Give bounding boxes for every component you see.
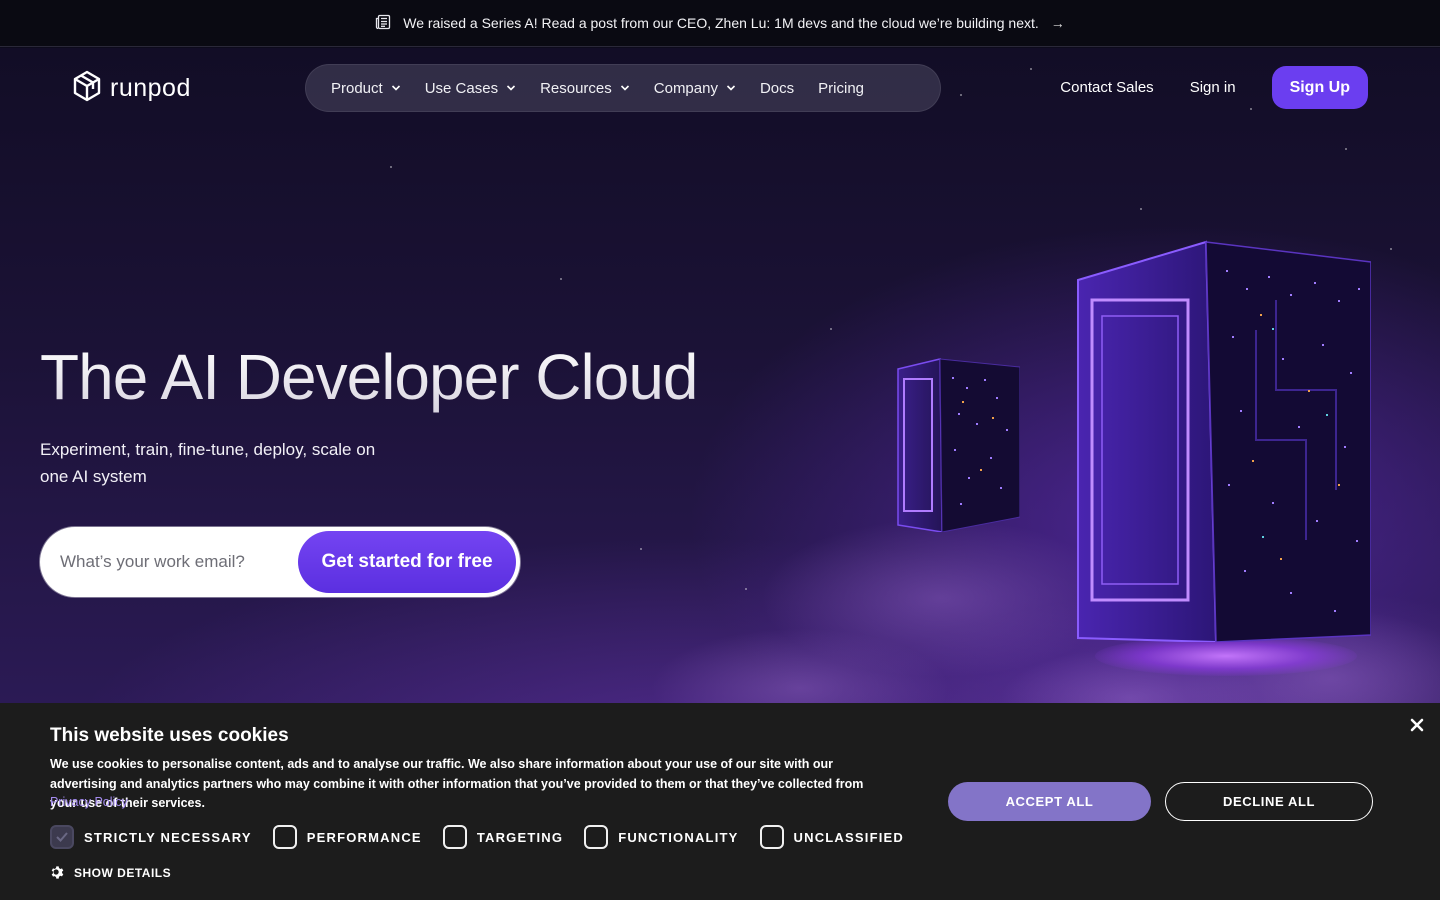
announcement-text[interactable]: We raised a Series A! Read a post from o…: [403, 15, 1039, 31]
show-details-button[interactable]: SHOW DETAILS: [50, 865, 171, 880]
checkbox-strictly-necessary[interactable]: STRICTLY NECESSARY: [50, 825, 252, 849]
nav-resources[interactable]: Resources: [540, 80, 630, 97]
sign-up-button[interactable]: Sign Up: [1271, 66, 1368, 109]
decline-all-button[interactable]: DECLINE ALL: [1165, 782, 1373, 821]
checkbox-targeting[interactable]: TARGETING: [442, 825, 564, 849]
cookie-categories: STRICTLY NECESSARY PERFORMANCE TARGETING…: [50, 825, 925, 849]
privacy-policy-link[interactable]: Privacy Policy: [50, 795, 128, 809]
cube-logo-icon: [72, 70, 102, 107]
checkbox-label: UNCLASSIFIED: [793, 829, 904, 845]
email-signup-form: Get started for free: [40, 527, 520, 597]
cookie-title: This website uses cookies: [50, 725, 289, 746]
nav-use-cases-label: Use Cases: [424, 79, 499, 97]
checkbox-checked[interactable]: [50, 825, 74, 849]
close-icon[interactable]: [1408, 716, 1426, 734]
accept-all-button[interactable]: ACCEPT ALL: [948, 782, 1151, 821]
logo-text: runpod: [110, 74, 191, 102]
nav-actions: Contact Sales Sign in Sign Up: [1060, 66, 1368, 109]
hero-subtitle: Experiment, train, fine-tune, deploy, sc…: [40, 440, 376, 486]
chevron-down-icon: [620, 85, 629, 91]
chevron-down-icon: [506, 85, 516, 91]
gear-icon: [51, 866, 64, 879]
announcement-bar[interactable]: We raised a Series A! Read a post from o…: [0, 0, 1440, 47]
nav-company-label: Company: [653, 79, 718, 97]
work-email-input[interactable]: [44, 531, 298, 593]
newspaper-icon: [375, 14, 391, 33]
checkbox-unchecked[interactable]: [759, 825, 784, 849]
hero-title: The AI Developer Cloud: [40, 341, 698, 413]
nav-docs[interactable]: Docs: [760, 80, 794, 97]
checkbox-unclassified[interactable]: UNCLASSIFIED: [759, 825, 904, 849]
cookie-banner: This website uses cookies We use cookies…: [0, 703, 1440, 900]
nav-resources-label: Resources: [540, 79, 612, 97]
runpod-logo[interactable]: runpod: [72, 70, 191, 107]
large-server-illustration: [1077, 240, 1371, 642]
nav-pricing-label: Pricing: [818, 79, 865, 97]
checkmark-icon: [56, 832, 68, 842]
main-nav: Product Use Cases Resources Company Docs…: [305, 64, 941, 112]
arrow-right-icon: →: [1050, 15, 1065, 31]
server-glow: [1095, 636, 1357, 676]
checkbox-unchecked[interactable]: [584, 825, 609, 849]
nav-pricing[interactable]: Pricing: [818, 80, 864, 97]
checkbox-unchecked[interactable]: [442, 825, 467, 849]
checkbox-performance[interactable]: PERFORMANCE: [272, 825, 422, 849]
small-server-illustration: [897, 358, 1020, 532]
nav-company[interactable]: Company: [654, 80, 736, 97]
nav-product-label: Product: [331, 79, 383, 97]
get-started-button[interactable]: Get started for free: [298, 531, 516, 593]
checkbox-label: TARGETING: [476, 829, 564, 845]
nav-product[interactable]: Product: [331, 80, 401, 97]
nav-use-cases[interactable]: Use Cases: [425, 80, 516, 97]
checkbox-unchecked[interactable]: [272, 825, 297, 849]
chevron-down-icon: [391, 85, 400, 91]
cookie-description: We use cookies to personalise content, a…: [50, 757, 864, 810]
checkbox-functionality[interactable]: FUNCTIONALITY: [584, 825, 738, 849]
sign-in-link[interactable]: Sign in: [1190, 79, 1236, 96]
checkbox-label: STRICTLY NECESSARY: [84, 829, 252, 845]
checkbox-label: FUNCTIONALITY: [618, 829, 739, 845]
show-details-label: SHOW DETAILS: [74, 865, 172, 880]
nav-docs-label: Docs: [759, 79, 795, 97]
checkbox-label: PERFORMANCE: [306, 829, 422, 845]
chevron-down-icon: [726, 85, 736, 91]
contact-sales-link[interactable]: Contact Sales: [1060, 79, 1153, 96]
